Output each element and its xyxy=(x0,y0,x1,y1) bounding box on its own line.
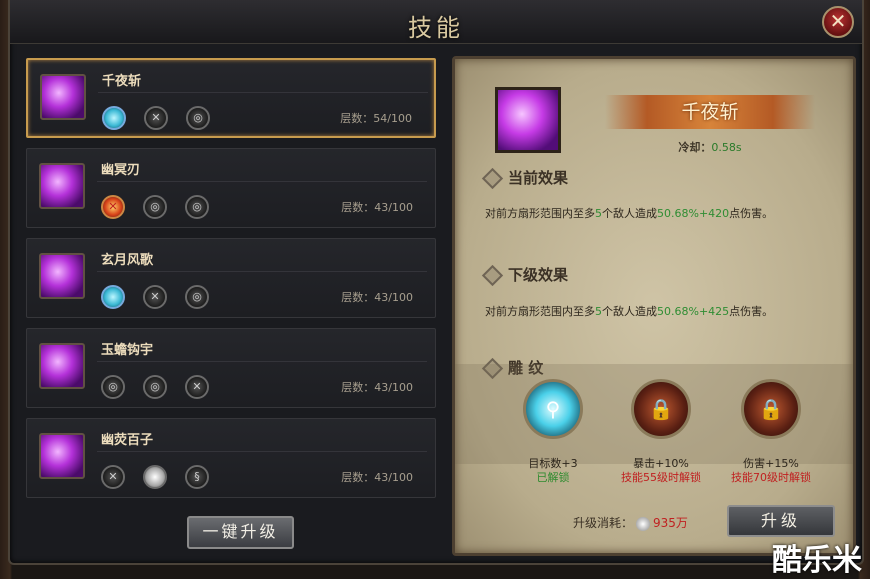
lock-icon[interactable]: 🔒 xyxy=(631,379,691,439)
text: 50.68%+420 xyxy=(657,207,730,220)
cooldown-value: 0.58s xyxy=(711,141,742,154)
next-effect-title: 下级效果 xyxy=(485,264,568,285)
text: 个敌人造成 xyxy=(602,207,657,220)
skill-name: 玄月风歌 xyxy=(101,253,154,268)
skill-item-2[interactable]: 幽冥刃 ✕ ◎ ◎ 层数：43/100 xyxy=(26,148,436,228)
watermark: 酷乐米 xyxy=(772,543,862,578)
current-effect-title: 当前效果 xyxy=(485,167,568,188)
rune-slot-icon[interactable]: ◎ xyxy=(143,195,167,219)
rune-slot-icon[interactable]: ◎ xyxy=(186,106,210,130)
skill-window: 技能 ✕ 千夜斩 ✕ ◎ 层数：54/100 幽冥刃 ✕ ◎ ◎ 层数：43/1… xyxy=(8,0,864,565)
text: 点伤害。 xyxy=(729,305,774,318)
text: 对前方扇形范围内至多 xyxy=(485,305,595,318)
text: 50.68%+425 xyxy=(657,305,730,318)
divider xyxy=(97,361,427,362)
text: 个敌人造成 xyxy=(602,305,657,318)
skill-detail-panel: 千夜斩 冷却：0.58s 当前效果 对前方扇形范围内至多5个敌人造成50.68%… xyxy=(452,56,856,556)
current-effect-desc: 对前方扇形范围内至多5个敌人造成50.68%+420点伤害。 xyxy=(485,205,825,221)
skill-item-3[interactable]: 玄月风歌 ✕ ◎ 层数：43/100 xyxy=(26,238,436,318)
rune-slot-icon[interactable]: ◎ xyxy=(185,285,209,309)
divider xyxy=(97,271,427,272)
rune-slot-icon[interactable]: ✕ xyxy=(185,375,209,399)
skill-name: 幽冥刃 xyxy=(101,163,141,178)
upgrade-cost: 升级消耗： 935万 xyxy=(573,514,688,531)
silver-coin-icon xyxy=(636,516,651,531)
next-effect-desc: 对前方扇形范围内至多5个敌人造成50.68%+425点伤害。 xyxy=(485,303,825,319)
rune-slot-icon[interactable]: ◎ xyxy=(101,375,125,399)
rune-slot-icon[interactable]: ✕ xyxy=(144,106,168,130)
cooldown: 冷却：0.58s xyxy=(605,139,815,155)
skill-list: 千夜斩 ✕ ◎ 层数：54/100 幽冥刃 ✕ ◎ ◎ 层数：43/100 玄月… xyxy=(26,56,442,498)
cost-amount: 935万 xyxy=(653,516,688,530)
skill-large-icon xyxy=(495,87,561,153)
skill-layers: 层数：54/100 xyxy=(340,112,412,125)
lock-icon[interactable]: 🔒 xyxy=(741,379,801,439)
skill-item-5[interactable]: 幽荧百子 ✕ § 层数：43/100 xyxy=(26,418,436,498)
skill-icon xyxy=(39,433,85,479)
engrave-status: 技能70级时解锁 xyxy=(731,471,811,484)
engrave-status: 已解锁 xyxy=(536,471,570,484)
rune-slot-icon[interactable]: § xyxy=(185,465,209,489)
skill-icon xyxy=(39,163,85,209)
title-bar: 技能 ✕ xyxy=(10,0,862,44)
window-title: 技能 xyxy=(408,14,464,42)
text: 5 xyxy=(595,305,602,318)
skill-item-1[interactable]: 千夜斩 ✕ ◎ 层数：54/100 xyxy=(26,58,436,138)
rune-slot-icon[interactable]: ✕ xyxy=(101,465,125,489)
divider xyxy=(98,92,428,93)
engrave-unlocked-icon[interactable]: ⚲ xyxy=(523,379,583,439)
skill-detail-name: 千夜斩 xyxy=(605,95,815,129)
cost-label: 升级消耗： xyxy=(573,516,634,530)
skill-icon xyxy=(39,343,85,389)
rune-slot-icon[interactable]: ✕ xyxy=(101,195,125,219)
one-key-upgrade-button[interactable]: 一键升级 xyxy=(187,516,294,549)
skill-item-4[interactable]: 玉蟾钩宇 ◎ ◎ ✕ 层数：43/100 xyxy=(26,328,436,408)
divider xyxy=(97,181,427,182)
text: 点伤害。 xyxy=(729,207,774,220)
skill-layers: 层数：43/100 xyxy=(341,291,413,304)
upgrade-button[interactable]: 升级 xyxy=(727,505,835,537)
skill-name: 幽荧百子 xyxy=(101,433,154,448)
rune-slot-icon[interactable] xyxy=(102,106,126,130)
skill-layers: 层数：43/100 xyxy=(341,201,413,214)
skill-name: 千夜斩 xyxy=(102,74,142,89)
divider xyxy=(97,451,427,452)
rune-slot-icon[interactable] xyxy=(101,285,125,309)
engrave-status: 技能55级时解锁 xyxy=(621,471,701,484)
text: 5 xyxy=(595,207,602,220)
rune-slot-icon[interactable]: ◎ xyxy=(143,375,167,399)
skill-layers: 层数：43/100 xyxy=(341,381,413,394)
rune-slot-icon[interactable]: ◎ xyxy=(185,195,209,219)
rune-slot-icon[interactable]: ✕ xyxy=(143,285,167,309)
text: 对前方扇形范围内至多 xyxy=(485,207,595,220)
skill-name: 玉蟾钩宇 xyxy=(101,343,154,358)
skill-layers: 层数：43/100 xyxy=(341,471,413,484)
rune-slot-icon[interactable] xyxy=(143,465,167,489)
close-icon[interactable]: ✕ xyxy=(822,6,854,38)
skill-icon xyxy=(39,253,85,299)
skill-icon xyxy=(40,74,86,120)
cooldown-label: 冷却： xyxy=(678,141,712,154)
